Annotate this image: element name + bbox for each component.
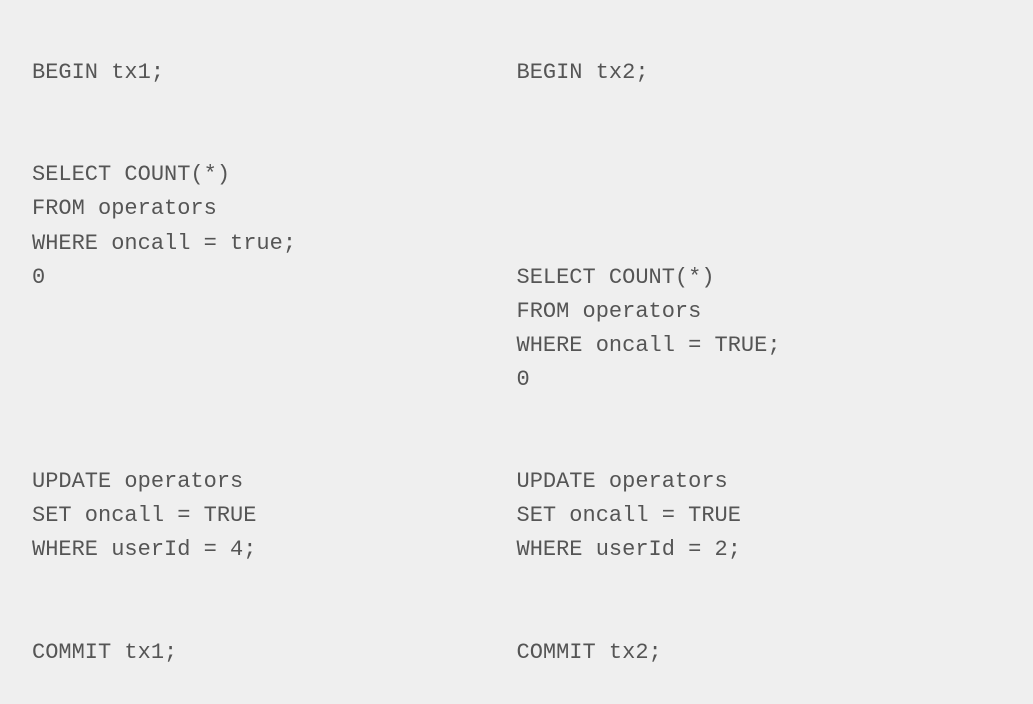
code-line: BEGIN tx1;	[32, 60, 164, 85]
code-line: SELECT COUNT(*)	[32, 162, 230, 187]
code-line: SET oncall = TRUE	[32, 503, 256, 528]
code-line: SET oncall = TRUE	[517, 503, 741, 528]
code-line: UPDATE operators	[517, 469, 728, 494]
code-comparison: BEGIN tx1; SELECT COUNT(*) FROM operator…	[32, 22, 1001, 704]
code-line: COMMIT tx2;	[517, 640, 662, 665]
transaction-left: BEGIN tx1; SELECT COUNT(*) FROM operator…	[32, 22, 517, 704]
code-line: FROM operators	[517, 299, 702, 324]
code-line: 0	[517, 367, 530, 392]
code-line: WHERE userId = 2;	[517, 537, 741, 562]
code-line: BEGIN tx2;	[517, 60, 649, 85]
transaction-right: BEGIN tx2; SELECT COUNT(*) FROM operator…	[517, 22, 1002, 704]
code-line: COMMIT tx1;	[32, 640, 177, 665]
code-line: UPDATE operators	[32, 469, 243, 494]
code-line: WHERE oncall = TRUE;	[517, 333, 781, 358]
code-line: SELECT COUNT(*)	[517, 265, 715, 290]
code-line: FROM operators	[32, 196, 217, 221]
code-line: WHERE oncall = true;	[32, 231, 296, 256]
code-line: 0	[32, 265, 45, 290]
code-line: WHERE userId = 4;	[32, 537, 256, 562]
